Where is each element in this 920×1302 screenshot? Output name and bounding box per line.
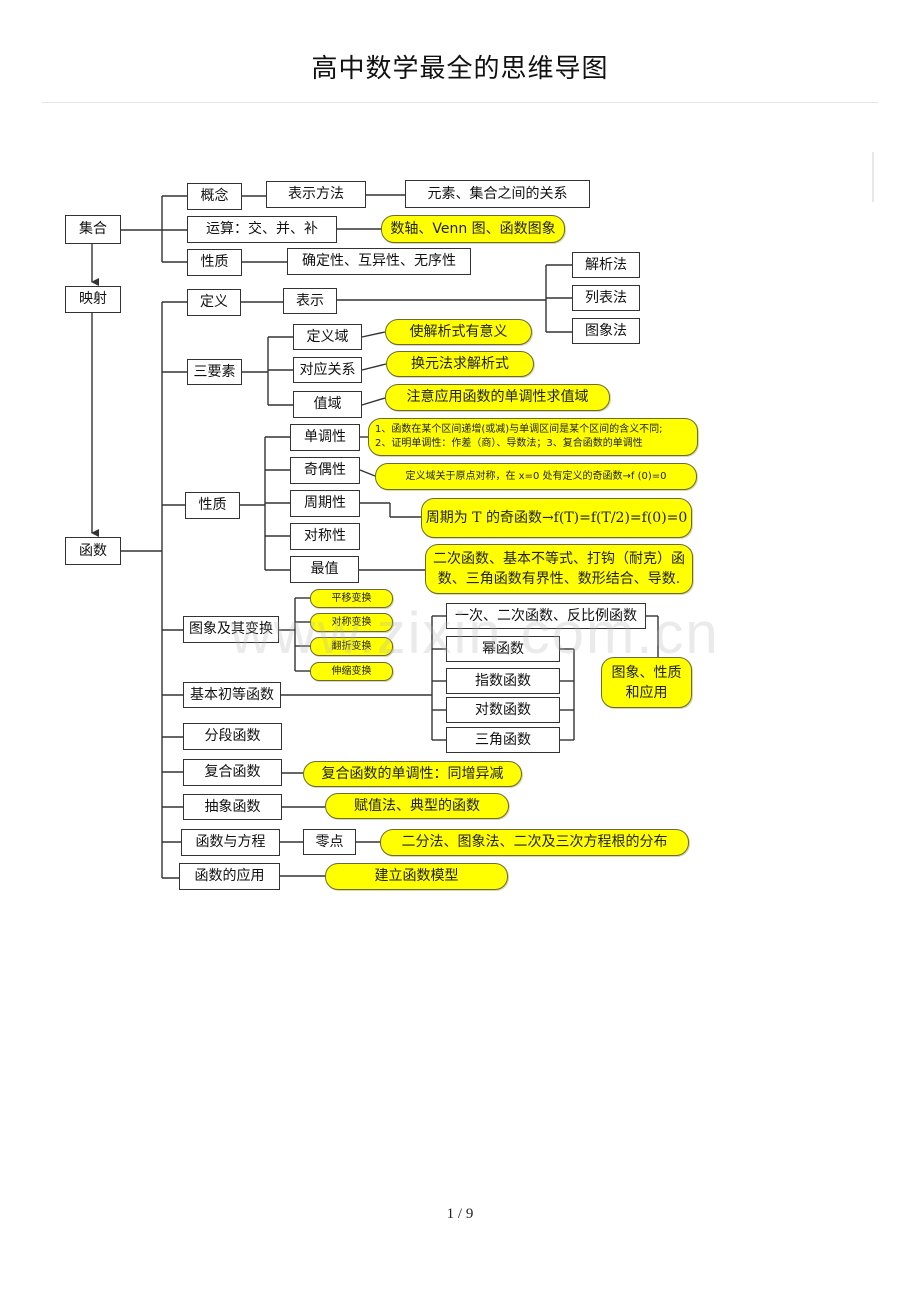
node-trig-function: 三角函数: [446, 727, 560, 753]
node-exponential-function: 指数函数: [446, 668, 560, 694]
note-range: 注意应用函数的单调性求值域: [385, 384, 610, 411]
node-graph-transform: 图象及其变换: [183, 616, 279, 643]
page-number: 1 / 9: [446, 1206, 474, 1222]
node-table-method: 列表法: [572, 285, 640, 311]
node-function-application: 函数的应用: [179, 863, 280, 890]
node-set-properties: 性质: [187, 249, 242, 276]
note-monotonicity: 1、函数在某个区间递增(或减)与单调区间是某个区间的含义不同; 2、证明单调性：…: [368, 418, 698, 456]
note-monotonicity-line-1: 1、函数在某个区间递增(或减)与单调区间是某个区间的含义不同;: [375, 424, 663, 435]
note-monotonicity-line-2: 2、证明单调性：作差（商）、导数法；3、复合函数的单调性: [375, 438, 643, 449]
note-abstract-function: 赋值法、典型的函数: [325, 793, 509, 819]
connector-line: [361, 397, 386, 406]
node-set: 集合: [65, 215, 121, 244]
node-definition: 定义: [187, 289, 241, 316]
node-power-function: 幂函数: [446, 636, 560, 662]
node-element-set-relation: 元素、集合之间的关系: [405, 180, 590, 208]
node-extremum: 最值: [290, 556, 359, 583]
node-linear-quadratic-inverse: 一次、二次函数、反比例函数: [446, 603, 646, 629]
node-monotonicity: 单调性: [290, 424, 360, 451]
node-abstract-function: 抽象函数: [183, 794, 282, 820]
note-translation: 平移变换: [310, 589, 393, 608]
note-set-properties: 确定性、互异性、无序性: [287, 248, 471, 275]
node-three-elements: 三要素: [187, 359, 242, 385]
node-basic-elementary-functions: 基本初等函数: [183, 682, 281, 708]
note-symmetry-transform: 对称变换: [310, 613, 393, 632]
connector-line: [361, 363, 387, 371]
node-piecewise-function: 分段函数: [183, 723, 282, 750]
note-extremum: 二次函数、基本不等式、打钩（耐克）函数、三角函数有界性、数形结合、导数.: [425, 544, 693, 594]
connector-line: [361, 331, 386, 338]
node-operations: 运算：交、并、补: [187, 216, 337, 243]
note-correspondence: 换元法求解析式: [386, 351, 534, 377]
note-operations: 数轴、Venn 图、函数图象: [381, 215, 565, 243]
node-symmetry: 对称性: [290, 523, 360, 550]
node-representation-method: 表示方法: [266, 181, 366, 208]
node-correspondence: 对应关系: [293, 357, 362, 383]
node-logarithmic-function: 对数函数: [446, 697, 560, 723]
note-parity: 定义域关于原点对称，在 x=0 处有定义的奇函数→f (0)=0: [375, 463, 697, 490]
note-composite-function: 复合函数的单调性：同增异减: [303, 761, 522, 787]
node-range: 值域: [293, 391, 362, 418]
node-function-properties: 性质: [185, 492, 240, 519]
mindmap-diagram: 集合 映射 函数 概念 表示方法 元素、集合之间的关系 运算：交、并、补 数轴、…: [0, 0, 920, 1302]
note-stretch-transform: 伸缩变换: [310, 662, 393, 681]
note-periodicity: 周期为 T 的奇函数→f(T)=f(T/2)=f(0)=0: [421, 498, 692, 538]
node-representation: 表示: [283, 288, 337, 314]
note-zero-point: 二分法、图象法、二次及三次方程根的分布: [380, 829, 689, 856]
node-function: 函数: [65, 537, 121, 565]
node-function-equation: 函数与方程: [181, 829, 280, 856]
note-function-application: 建立函数模型: [325, 863, 508, 890]
connector-line: [359, 469, 376, 477]
note-graph-properties-applications: 图象、性质和应用: [601, 657, 692, 708]
node-zero-point: 零点: [303, 829, 356, 855]
node-periodicity: 周期性: [290, 490, 360, 517]
node-concept: 概念: [187, 183, 242, 210]
node-graph-method: 图象法: [572, 318, 640, 344]
note-flip-transform: 翻折变换: [310, 637, 393, 656]
node-analytic-method: 解析法: [572, 252, 640, 278]
node-parity: 奇偶性: [290, 457, 360, 484]
node-domain: 定义域: [293, 324, 362, 350]
node-composite-function: 复合函数: [183, 759, 282, 786]
node-mapping: 映射: [65, 286, 121, 313]
note-domain: 使解析式有意义: [385, 319, 532, 345]
